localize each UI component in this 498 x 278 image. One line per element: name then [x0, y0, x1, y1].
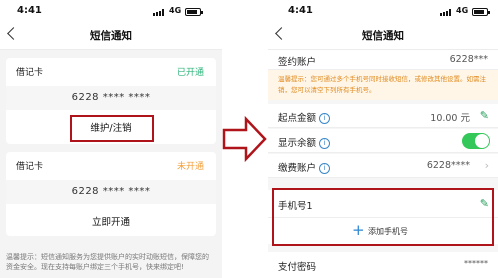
debit-card-not-opened: 借记卡 未开通 6228 **** **** 立即开通	[6, 152, 216, 236]
warning-tip: 温馨提示：您可通过多个手机号同时接收短信，或修改其他设置。如需注销，您可以清空下…	[268, 70, 498, 100]
row-label: 起点金额 i	[278, 110, 331, 124]
page-title: 短信通知	[362, 30, 404, 42]
status-badge: 已开通	[176, 68, 204, 78]
label-text: 缴费账户	[278, 163, 317, 174]
label-text: 显示余额	[278, 138, 317, 149]
row-label: 显示余额 i	[278, 135, 331, 149]
fee-account-value: 6228****	[426, 160, 470, 171]
payment-password-row[interactable]: 支付密码 ******	[268, 252, 498, 278]
card-header: 借记卡 未开通	[6, 152, 216, 176]
card-title: 借记卡	[16, 162, 44, 172]
right-arrow-icon	[222, 116, 267, 162]
card-number: 6228 **** ****	[6, 180, 216, 204]
status-time: 4:41	[17, 5, 42, 16]
label-text: 起点金额	[278, 113, 317, 124]
card-title: 借记卡	[16, 68, 44, 78]
battery-icon	[472, 8, 490, 16]
highlight-box	[272, 188, 494, 246]
tip-line: 资金安全。现在支持每账户绑定三个手机号，快来绑定吧!	[6, 263, 184, 271]
min-amount-value: 10.00 元	[430, 113, 470, 124]
info-icon[interactable]: i	[319, 113, 331, 124]
pencil-icon[interactable]: ✎	[480, 109, 489, 122]
network-type: 4G	[169, 6, 182, 15]
show-balance-row: 显示余额 i	[268, 129, 498, 153]
open-now-button[interactable]: 立即开通	[6, 214, 216, 228]
fee-account-row[interactable]: 缴费账户 i 6228**** ›	[268, 154, 498, 178]
info-icon[interactable]: i	[319, 138, 331, 149]
signed-account-row: 签约账户 6228***	[268, 50, 498, 70]
network-type: 4G	[456, 6, 469, 15]
row-label: 支付密码	[278, 262, 317, 273]
left-phone-screen: 4:41 4G 短信通知 借记卡 已开通 6228 **** **** 维护/注…	[0, 0, 222, 278]
highlight-box	[70, 115, 154, 142]
info-icon[interactable]: i	[319, 163, 331, 174]
card-number: 6228 **** ****	[6, 86, 216, 110]
tip-text: 温馨提示：短信通知服务为您提供账户的实时动账短信，保障您的 资金安全。现在支持每…	[6, 252, 218, 272]
card-header: 借记卡 已开通	[6, 58, 216, 82]
page-title: 短信通知	[90, 30, 132, 42]
signal-icon	[153, 9, 166, 16]
row-label: 缴费账户 i	[278, 160, 331, 174]
show-balance-toggle[interactable]	[462, 133, 490, 149]
row-label: 签约账户	[278, 57, 317, 68]
status-bar: 4:41 4G	[0, 0, 222, 22]
chevron-right-icon: ›	[484, 159, 489, 172]
nav-bar: 短信通知	[268, 22, 498, 50]
status-time: 4:41	[288, 5, 313, 16]
status-badge: 未开通	[176, 162, 204, 172]
account-number: 6228***	[449, 54, 488, 65]
nav-bar: 短信通知	[0, 22, 222, 50]
battery-icon	[185, 8, 203, 16]
right-phone-screen: 4:41 4G 短信通知 签约账户 6228*** 温馨提示：您可通过多个手机号…	[268, 0, 498, 278]
min-amount-row[interactable]: 起点金额 i 10.00 元 ✎	[268, 104, 498, 128]
status-bar: 4:41 4G	[268, 0, 498, 22]
tip-line: 温馨提示：短信通知服务为您提供账户的实时动账短信，保障您的	[6, 253, 209, 261]
signal-icon	[440, 9, 453, 16]
password-mask: ******	[464, 259, 488, 268]
